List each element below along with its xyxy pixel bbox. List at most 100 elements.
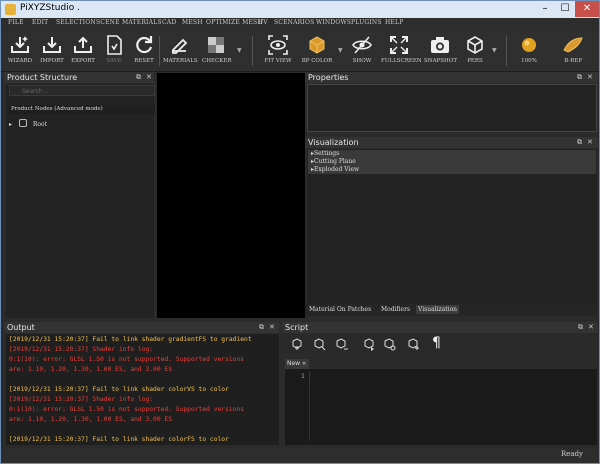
script-save-icon[interactable] [334, 337, 348, 351]
menu-materials[interactable]: MATERIALS [122, 19, 162, 26]
app-window: PiXYZStudio . – ☐ ✕ FILE EDIT SELECTION … [0, 0, 600, 464]
zoom-button[interactable]: 100% [516, 32, 542, 70]
menu-selection[interactable]: SELECTION [56, 19, 96, 26]
bp-color-button[interactable]: BP COLOR [301, 32, 333, 70]
window-title: PiXYZStudio . [20, 3, 80, 13]
bp-color-dropdown-icon[interactable]: ▼ [338, 47, 343, 54]
fullscreen-icon [388, 34, 410, 56]
vis-item-cutting-plane[interactable]: ▸Cutting Plane [311, 158, 356, 165]
materials-icon [168, 34, 190, 56]
script-run-icon[interactable] [362, 337, 376, 351]
export-button[interactable]: EXPORT [70, 32, 96, 70]
menu-cad[interactable]: CAD [162, 19, 176, 26]
script-open-icon[interactable] [312, 337, 326, 351]
menu-bar: FILE EDIT SELECTION SCENE MATERIALS CAD … [1, 18, 599, 30]
menu-file[interactable]: FILE [8, 19, 24, 26]
wizard-icon [9, 34, 31, 56]
sphere-icon [518, 34, 540, 56]
properties-title: Properties ⧉ ✕ [305, 72, 598, 83]
pers-dropdown-icon[interactable]: ▼ [492, 47, 497, 54]
checker-button[interactable]: CHECKER [202, 32, 232, 70]
close-window-button[interactable]: ✕ [575, 1, 599, 17]
close-icon[interactable]: ✕ [588, 322, 594, 333]
import-button[interactable]: IMPORT [39, 32, 65, 70]
vis-item-settings[interactable]: ▸Settings [311, 150, 339, 157]
reset-button[interactable]: RESET [132, 32, 156, 70]
menu-optimize-mesh[interactable]: OPTIMIZE MESH [206, 19, 263, 26]
menu-scene[interactable]: SCENE [96, 19, 120, 26]
output-line: 0:1(10): error: GLSL 1.50 is not support… [9, 356, 245, 363]
materials-button[interactable]: MATERIALS [163, 32, 198, 70]
close-icon[interactable]: ✕ [269, 322, 275, 333]
float-icon[interactable]: ⧉ [577, 137, 582, 148]
checker-dropdown-icon[interactable]: ▼ [237, 47, 242, 54]
menu-plugins[interactable]: PLUGINS [351, 19, 382, 26]
pilcrow-icon[interactable]: ¶ [432, 335, 441, 351]
script-title: Script ⧉ ✕ [282, 322, 598, 333]
product-search-input[interactable]: Search... [9, 85, 155, 96]
line-number: 1 [301, 373, 305, 380]
menu-windows[interactable]: WINDOWS [316, 19, 351, 26]
3d-viewport[interactable] [157, 73, 305, 318]
menu-help[interactable]: HELP [385, 19, 403, 26]
minimize-button[interactable]: – [535, 1, 555, 17]
menu-edit[interactable]: EDIT [32, 19, 48, 26]
float-icon[interactable]: ⧉ [577, 72, 582, 83]
status-bar: Ready [1, 448, 599, 463]
close-icon[interactable]: ✕ [587, 137, 593, 148]
output-line: [2019/12/31 15:20:37] Shader info log: [9, 346, 154, 353]
tree-item-root[interactable]: ▸ Root [9, 119, 47, 128]
brep-button[interactable]: B-REP [557, 32, 589, 70]
output-line: [2019/12/31 15:20:37] Fail to link shade… [9, 386, 229, 393]
bp-color-icon [306, 34, 328, 56]
save-button[interactable]: SAVE [103, 32, 125, 70]
snapshot-button[interactable]: SNAPSHOT [424, 32, 457, 70]
eye-slash-icon [351, 34, 373, 56]
menu-mesh[interactable]: MESH [182, 19, 203, 26]
close-tab-icon[interactable]: ✕ [302, 359, 306, 369]
maximize-button[interactable]: ☐ [555, 1, 575, 17]
tab-modifiers[interactable]: Modifiers [379, 305, 412, 314]
main-toolbar: WIZARD IMPORT EXPORT SAVE RESET MATERIAL… [1, 30, 599, 72]
output-line: are: 1.10, 1.20, 1.30, 1.00 ES, and 3.00… [9, 366, 173, 373]
script-add-icon[interactable] [406, 337, 420, 351]
output-line: are: 1.10, 1.20, 1.30, 1.00 ES, and 3.00… [9, 416, 173, 423]
output-line: [2019/12/31 15:20:37] Fail to link shade… [9, 336, 252, 343]
float-icon[interactable]: ⧉ [136, 72, 141, 83]
fullscreen-button[interactable]: FULLSCREEN [381, 32, 422, 70]
save-icon [103, 34, 125, 56]
script-new-icon[interactable] [290, 337, 304, 351]
tab-material-on-patches[interactable]: Material On Patches [307, 305, 373, 314]
close-icon[interactable]: ✕ [587, 72, 593, 83]
output-title: Output ⧉ ✕ [4, 322, 279, 333]
float-icon[interactable]: ⧉ [259, 322, 264, 333]
pers-button[interactable]: PERS [463, 32, 487, 70]
float-icon[interactable]: ⧉ [578, 322, 583, 333]
menu-scenarios[interactable]: SCENARIOS [274, 19, 314, 26]
script-toolbar: ¶ [282, 334, 598, 354]
output-line: [2019/12/31 15:20:37] Shader info log: [9, 396, 154, 403]
vis-item-exploded-view[interactable]: ▸Exploded View [311, 166, 359, 173]
perspective-cube-icon [464, 34, 486, 56]
tree-item-label: Root [32, 121, 48, 128]
close-icon[interactable]: ✕ [146, 72, 152, 83]
show-button[interactable]: SHOW [351, 32, 373, 70]
title-bar: PiXYZStudio . – ☐ ✕ [1, 1, 599, 18]
product-tree-header: Product Nodes (Advanced mode) [9, 105, 155, 114]
expand-arrow-icon[interactable]: ▸ [9, 121, 12, 128]
script-reload-icon[interactable] [382, 337, 396, 351]
wizard-button[interactable]: WIZARD [7, 32, 33, 70]
app-logo-icon [5, 4, 16, 15]
import-icon [41, 34, 63, 56]
tab-visualization[interactable]: Visualization [416, 305, 460, 314]
fit-view-button[interactable]: FIT VIEW [263, 32, 293, 70]
reset-icon [133, 34, 155, 56]
checker-icon [205, 34, 227, 56]
product-structure-title: Product Structure ⧉ ✕ [4, 72, 154, 83]
output-line: 0:1(10): error: GLSL 1.50 is not support… [9, 406, 245, 413]
script-tab-new[interactable]: New ✕ [285, 359, 309, 369]
script-editor[interactable]: 1 [285, 369, 597, 445]
output-line: [2019/12/31 15:20:37] Fail to link shade… [9, 436, 229, 443]
fit-view-icon [267, 34, 289, 56]
menu-uv[interactable]: UV [258, 19, 268, 26]
